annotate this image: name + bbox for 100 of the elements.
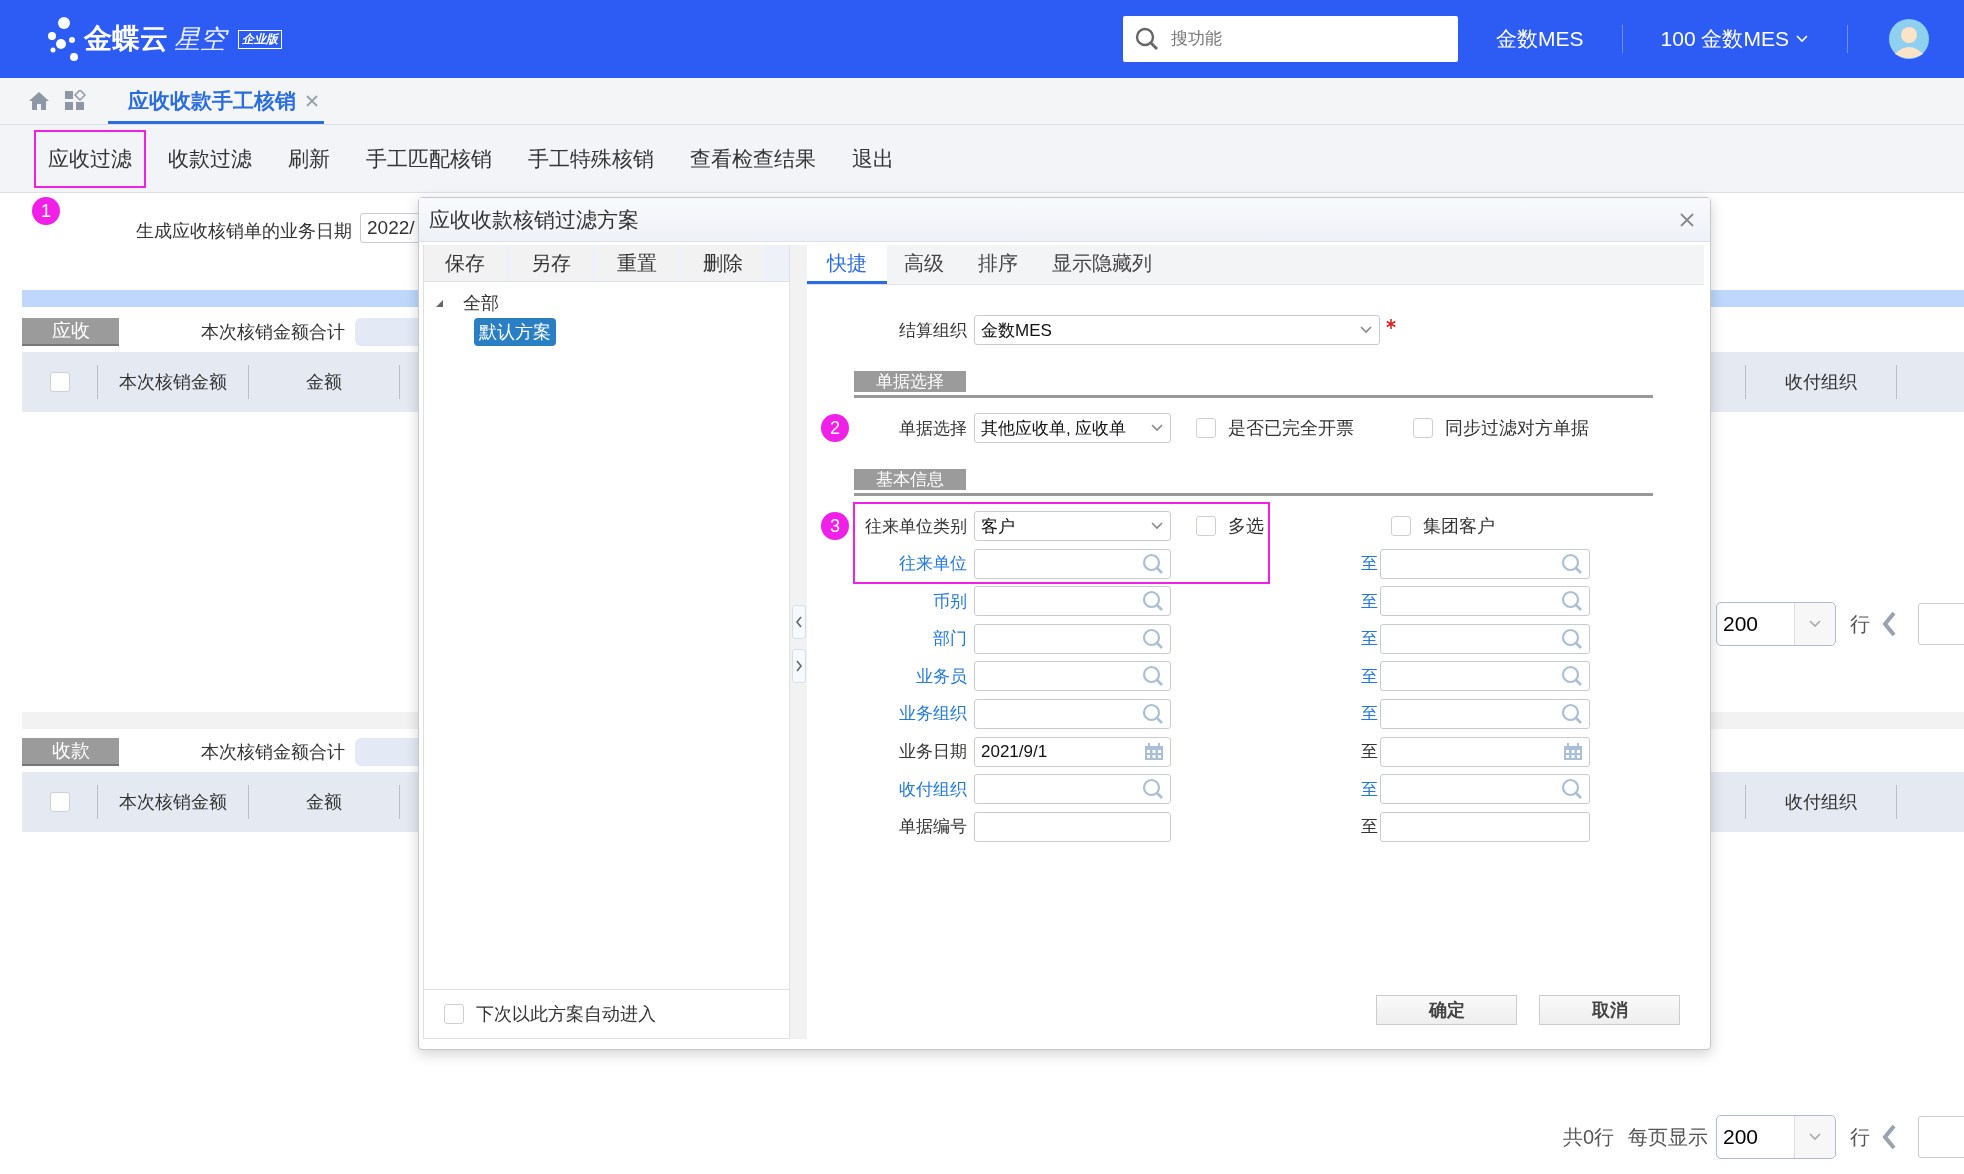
dropdown[interactable]: 客户 xyxy=(974,511,1171,541)
checkbox-label: 下次以此方案自动进入 xyxy=(476,1003,656,1026)
checkbox-label: 是否已完全开票 xyxy=(1228,417,1354,440)
search-icon xyxy=(1142,665,1164,688)
caret-icon xyxy=(1795,34,1809,44)
field-label[interactable]: 币别 xyxy=(853,589,974,613)
field-label[interactable]: 业务员 xyxy=(853,664,974,688)
brand-name: 金蝶云 xyxy=(84,22,168,56)
page-size-dropdown[interactable]: 200 xyxy=(1716,1115,1836,1159)
search-icon xyxy=(1561,665,1583,688)
tree-item[interactable]: 全部 xyxy=(458,289,504,317)
lookup-field[interactable] xyxy=(1380,623,1590,654)
input-field[interactable] xyxy=(974,811,1171,842)
search-icon xyxy=(1142,590,1164,613)
checkbox-label: 多选 xyxy=(1228,515,1264,538)
checkbox[interactable] xyxy=(1196,516,1216,536)
scheme-button[interactable]: 删除 xyxy=(682,245,764,281)
scheme-button[interactable]: 另存 xyxy=(510,245,592,281)
dialog-button[interactable]: 确定 xyxy=(1376,995,1517,1025)
search-icon xyxy=(1142,702,1164,725)
input-field[interactable] xyxy=(1380,811,1590,842)
lookup-field[interactable] xyxy=(974,661,1171,692)
checkbox[interactable] xyxy=(49,792,70,812)
column-header: 收付组织 xyxy=(1746,785,1897,819)
apps-icon[interactable] xyxy=(64,90,86,112)
range-label: 至 xyxy=(1360,553,1379,576)
calendar-icon xyxy=(1144,742,1164,761)
column-header: 金额 xyxy=(249,365,400,399)
home-icon[interactable] xyxy=(28,91,50,111)
edition-badge: 企业版 xyxy=(238,29,282,49)
field-label[interactable]: 收付组织 xyxy=(853,777,974,801)
caret-icon[interactable] xyxy=(434,298,444,308)
lookup-field[interactable] xyxy=(974,698,1171,729)
collapse-button[interactable] xyxy=(791,605,806,639)
tab[interactable]: 高级 xyxy=(887,245,961,284)
scheme-button[interactable]: 重置 xyxy=(596,245,678,281)
lookup-field[interactable] xyxy=(974,548,1171,579)
toolbar-button[interactable]: 刷新 xyxy=(274,129,344,188)
date-field[interactable] xyxy=(1380,736,1590,767)
checkbox[interactable] xyxy=(1391,516,1411,536)
close-icon[interactable] xyxy=(1680,212,1694,227)
date-field[interactable]: 2021/9/1 xyxy=(974,736,1171,767)
chevron-left-icon[interactable] xyxy=(1880,610,1898,638)
dialog-button[interactable]: 取消 xyxy=(1539,995,1680,1025)
search-icon xyxy=(1142,552,1164,575)
close-icon[interactable] xyxy=(306,94,318,107)
range-label: 至 xyxy=(1360,665,1379,688)
section-title: 单据选择 xyxy=(854,371,966,392)
chevron-left-icon[interactable] xyxy=(1880,1123,1898,1151)
search-field[interactable]: 搜功能 xyxy=(1123,16,1459,62)
field-label: 往来单位类别 xyxy=(864,515,968,538)
organization-link[interactable]: 金数MES xyxy=(1496,25,1584,53)
toolbar-button[interactable]: 收款过滤 xyxy=(154,129,266,188)
checkbox[interactable] xyxy=(1196,418,1216,438)
field-label: 业务日期 xyxy=(898,741,968,764)
lookup-field[interactable] xyxy=(974,586,1171,617)
checkbox[interactable] xyxy=(49,372,70,392)
toolbar-button[interactable]: 查看检查结果 xyxy=(676,129,830,188)
column-header: 本次核销金额 xyxy=(98,785,249,819)
annotation-badge: 3 xyxy=(821,512,849,540)
lookup-field[interactable] xyxy=(1380,586,1590,617)
lookup-field[interactable] xyxy=(1380,698,1590,729)
lookup-field[interactable] xyxy=(1380,774,1590,805)
checkbox-label: 集团客户 xyxy=(1423,515,1495,538)
dropdown[interactable]: 其他应收单, 应收单 xyxy=(974,413,1171,443)
field-label[interactable]: 往来单位 xyxy=(853,552,974,576)
organization-switcher[interactable]: 100 金数MES xyxy=(1660,25,1809,53)
page-size-dropdown[interactable]: 200 xyxy=(1716,602,1836,646)
checkbox[interactable] xyxy=(1413,418,1433,438)
calendar-icon xyxy=(1563,742,1583,761)
tree-item[interactable]: 默认方案 xyxy=(474,318,556,346)
range-label: 至 xyxy=(1360,628,1379,651)
column-header: 收付组织 xyxy=(1746,365,1897,399)
search-icon xyxy=(1561,702,1583,725)
toolbar-button[interactable]: 手工特殊核销 xyxy=(514,129,668,188)
search-icon xyxy=(1142,627,1164,650)
search-icon xyxy=(1561,778,1583,801)
lookup-field[interactable] xyxy=(1380,548,1590,579)
expand-button[interactable] xyxy=(791,649,806,683)
toolbar-button[interactable]: 手工匹配核销 xyxy=(352,129,506,188)
tab[interactable]: 显示隐藏列 xyxy=(1035,245,1169,284)
rows-unit: 行 xyxy=(1850,611,1870,637)
field-label: 结算组织 xyxy=(898,319,968,342)
dialog-title: 应收收款核销过滤方案 xyxy=(429,206,639,233)
field-label[interactable]: 部门 xyxy=(853,627,974,651)
annotation-badge: 2 xyxy=(821,414,849,442)
tab[interactable]: 排序 xyxy=(961,245,1035,284)
dropdown[interactable]: 金数MES xyxy=(974,315,1380,345)
caret-icon xyxy=(1808,1132,1822,1142)
lookup-field[interactable] xyxy=(1380,661,1590,692)
avatar-icon[interactable] xyxy=(1888,18,1930,60)
tab[interactable]: 快捷 xyxy=(807,245,887,284)
lookup-field[interactable] xyxy=(974,774,1171,805)
checkbox[interactable] xyxy=(444,1004,464,1024)
lookup-field[interactable] xyxy=(974,623,1171,654)
scheme-button[interactable]: 保存 xyxy=(424,245,506,281)
range-label: 至 xyxy=(1360,816,1379,839)
toolbar-button[interactable]: 应收过滤 xyxy=(34,129,146,188)
toolbar-button[interactable]: 退出 xyxy=(838,129,908,188)
field-label[interactable]: 业务组织 xyxy=(853,702,974,726)
